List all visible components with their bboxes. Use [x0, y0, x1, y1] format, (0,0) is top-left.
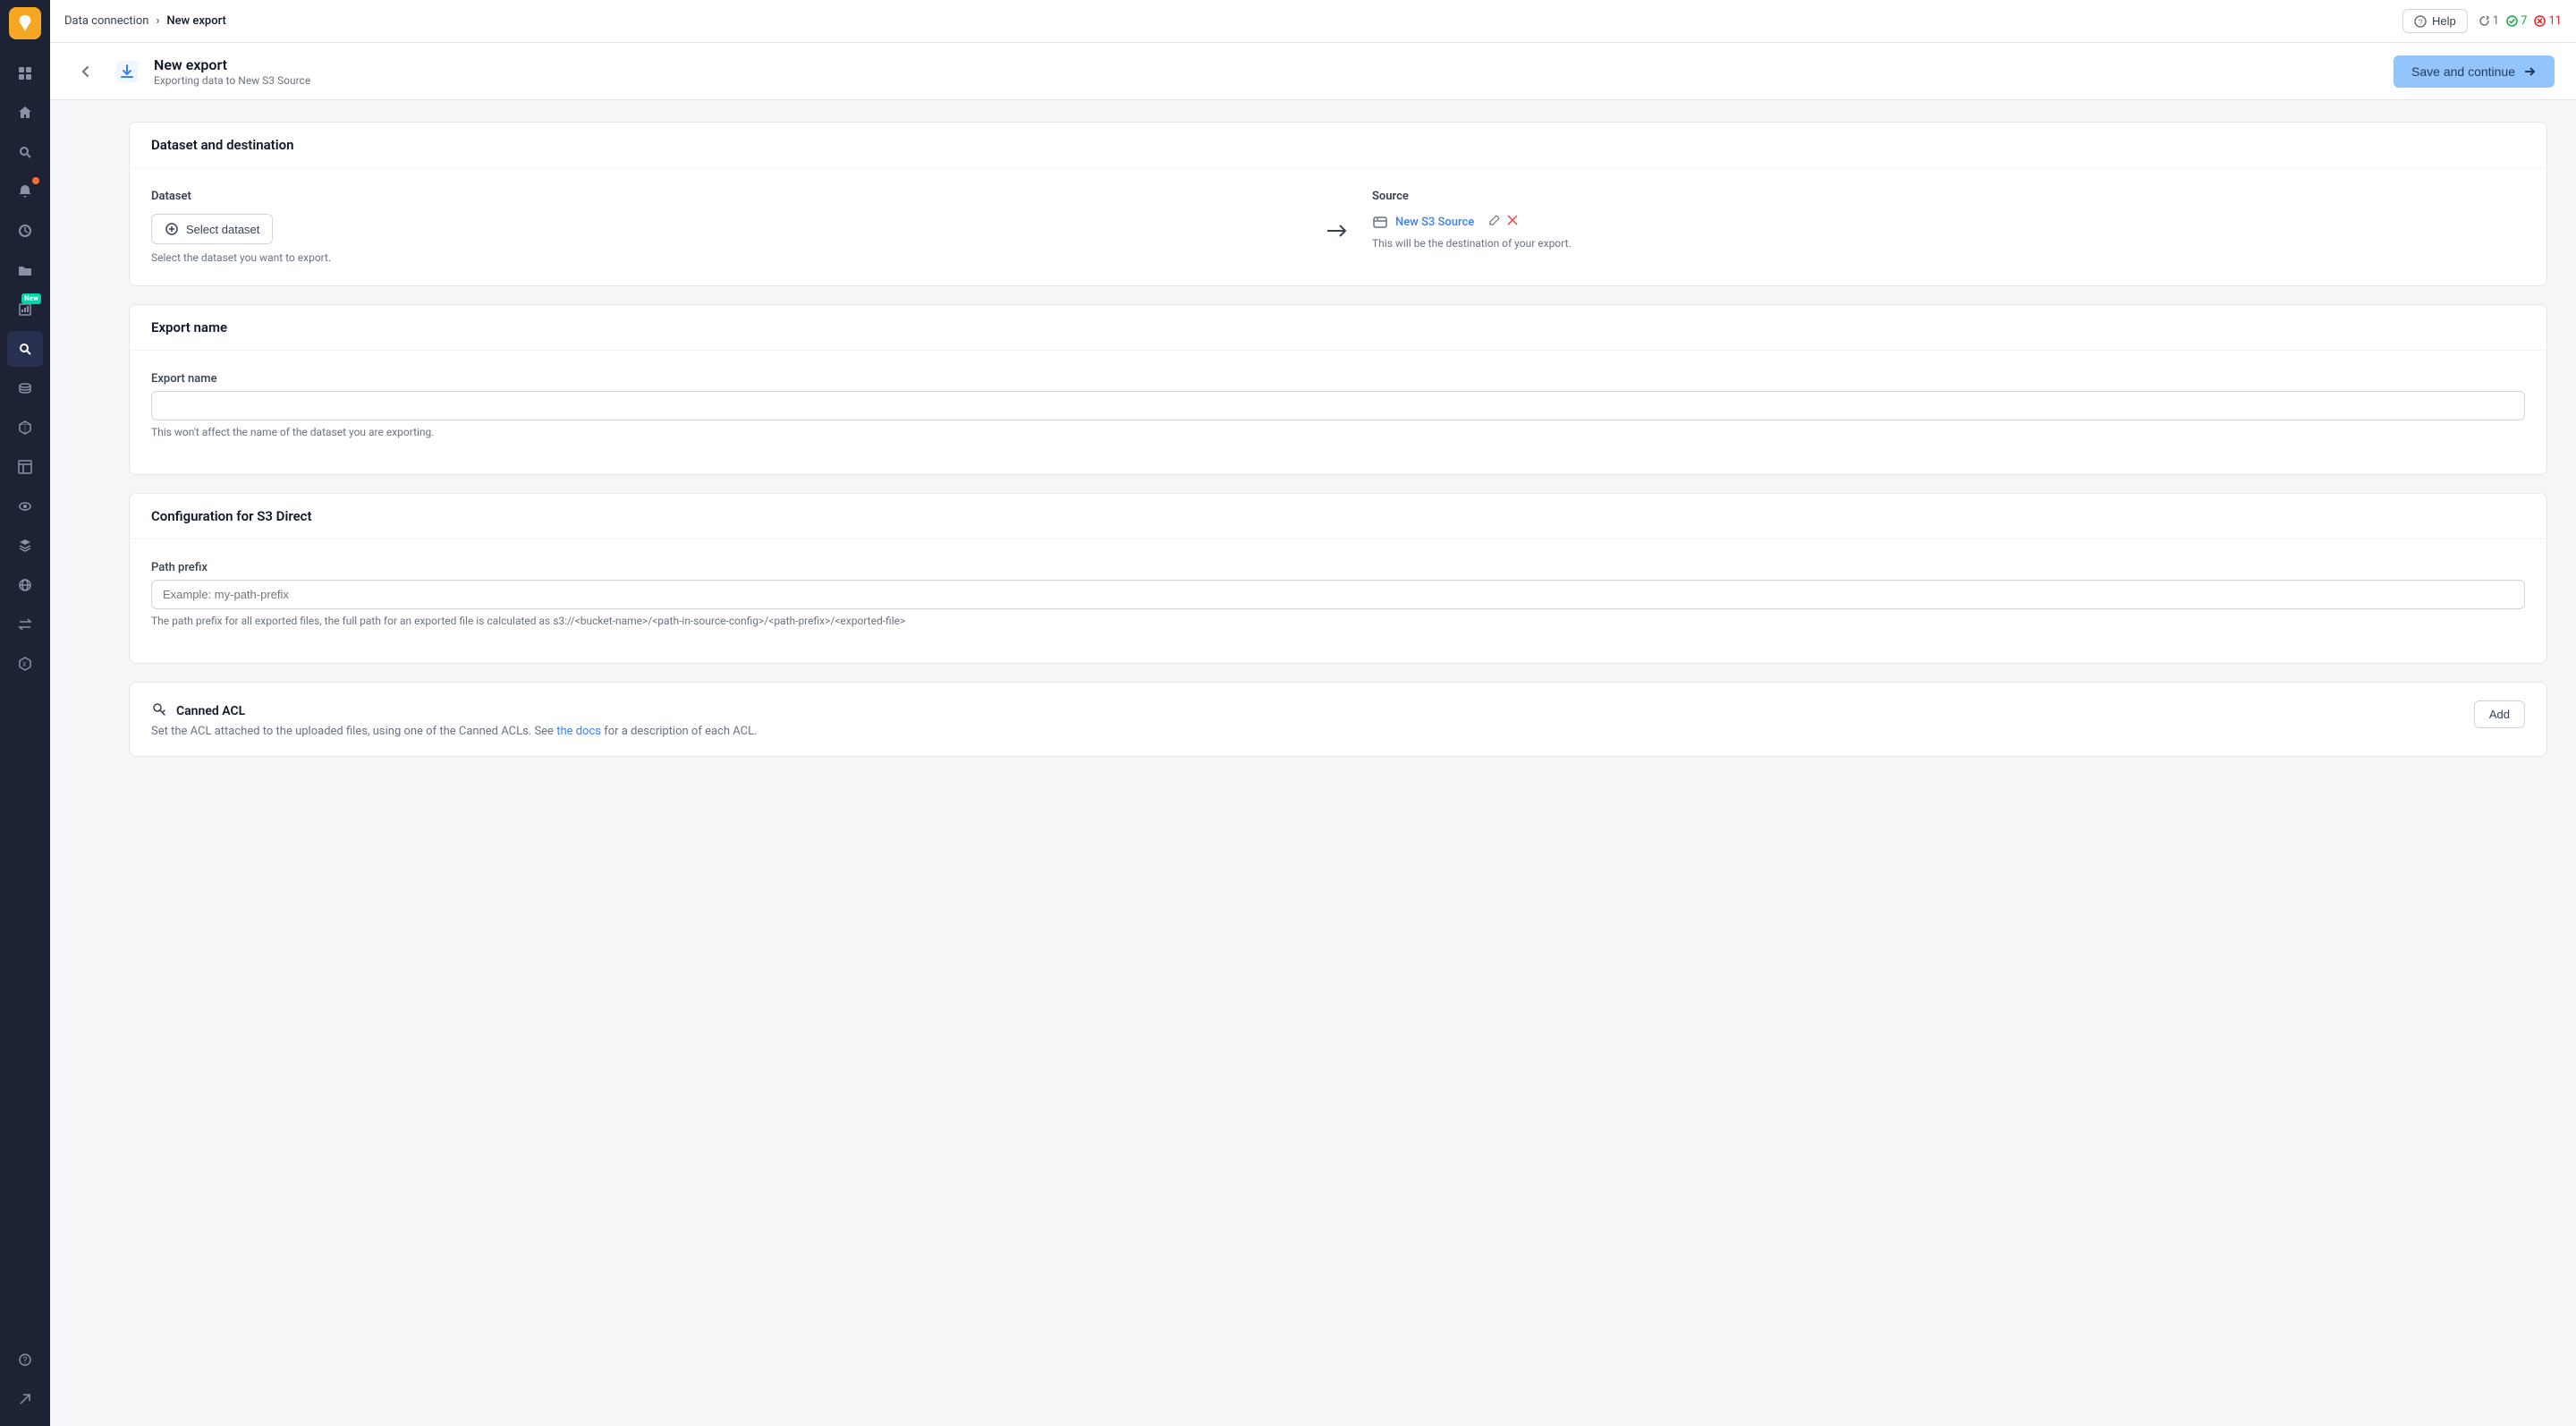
canned-acl-description: Set the ACL attached to the uploaded fil… [151, 725, 758, 738]
key-icon [151, 700, 167, 721]
x-icon [2534, 15, 2546, 27]
path-prefix-field-group: Path prefix The path prefix for all expo… [151, 561, 2525, 627]
topbar: Data connection › New export ? Help 1 [50, 0, 2576, 43]
breadcrumb: Data connection › New export [64, 14, 226, 28]
sidebar-item-search[interactable] [7, 134, 43, 170]
sidebar-item-help[interactable]: ? [7, 1342, 43, 1378]
source-actions [1488, 214, 1519, 230]
help-icon: ? [2414, 15, 2427, 28]
plus-circle-icon [165, 222, 179, 236]
sidebar-item-eye[interactable] [7, 488, 43, 524]
s3-bucket-icon [1372, 214, 1388, 230]
breadcrumb-current: New export [166, 14, 226, 28]
export-name-hint: This won't affect the name of the datase… [151, 426, 2525, 438]
sidebar-item-arrow-up-right[interactable] [7, 1381, 43, 1417]
sidebar-item-query[interactable] [7, 331, 43, 367]
arrow-right-icon [2522, 64, 2537, 79]
reports-new-badge: New [21, 293, 41, 304]
dataset-label: Dataset [151, 190, 1304, 203]
path-prefix-label: Path prefix [151, 561, 2525, 574]
export-name-label: Export name [151, 372, 2525, 386]
source-delete-button[interactable] [1506, 214, 1519, 230]
source-hint: This will be the destination of your exp… [1372, 237, 2525, 250]
canned-acl-title: Canned ACL [176, 704, 245, 718]
dataset-hint: Select the dataset you want to export. [151, 251, 1304, 264]
export-name-card: Export name Export name This won't affec… [129, 304, 2547, 475]
canned-acl-content: Canned ACL Set the ACL attached to the u… [151, 700, 758, 738]
status-refresh: 1 [2479, 14, 2499, 28]
add-canned-acl-button[interactable]: Add [2474, 700, 2525, 728]
dataset-destination-card: Dataset and destination Dataset Select d… [129, 122, 2547, 286]
sidebar: New [0, 0, 50, 1426]
notification-badge [32, 177, 39, 184]
dataset-grid: Dataset Select dataset Select the datase… [151, 190, 2525, 264]
canned-acl-title-row: Canned ACL [151, 700, 758, 721]
subheader-title: New export [154, 56, 310, 73]
sidebar-item-grid[interactable] [7, 55, 43, 91]
export-name-header: Export name [130, 305, 2546, 351]
save-continue-button[interactable]: Save and continue [2394, 55, 2555, 88]
help-button[interactable]: ? Help [2402, 9, 2468, 33]
source-name-link[interactable]: New S3 Source [1395, 216, 1474, 229]
status-success: 7 [2506, 14, 2527, 28]
select-dataset-button[interactable]: Select dataset [151, 214, 273, 244]
arrow-connector [1326, 190, 1351, 243]
export-icon [111, 55, 143, 88]
sidebar-item-notifications[interactable] [7, 174, 43, 209]
back-button[interactable] [72, 57, 100, 86]
export-name-body: Export name This won't affect the name o… [130, 351, 2546, 474]
sidebar-item-database[interactable] [7, 370, 43, 406]
sidebar-item-hex[interactable]: X [7, 646, 43, 682]
breadcrumb-parent: Data connection [64, 14, 148, 28]
sidebar-item-history[interactable] [7, 213, 43, 249]
sidebar-item-home[interactable] [7, 95, 43, 131]
configuration-body: Path prefix The path prefix for all expo… [130, 539, 2546, 663]
app-logo[interactable] [9, 7, 41, 39]
configuration-card: Configuration for S3 Direct Path prefix … [129, 493, 2547, 664]
path-prefix-input[interactable] [151, 580, 2525, 609]
sidebar-item-globe[interactable] [7, 567, 43, 603]
svg-text:?: ? [2419, 18, 2423, 27]
sidebar-item-folders[interactable] [7, 252, 43, 288]
sidebar-item-transfer[interactable] [7, 607, 43, 642]
sidebar-item-cube[interactable] [7, 410, 43, 446]
check-icon [2506, 15, 2518, 27]
source-row: New S3 Source [1372, 214, 2525, 230]
refresh-icon [2479, 15, 2490, 27]
subheader-info: New export Exporting data to New S3 Sour… [154, 56, 310, 87]
sidebar-item-table[interactable] [7, 449, 43, 485]
source-edit-button[interactable] [1488, 214, 1501, 230]
sidebar-item-layers[interactable] [7, 528, 43, 564]
status-error: 11 [2534, 14, 2562, 28]
svg-text:?: ? [23, 1356, 28, 1366]
subheader-subtitle: Exporting data to New S3 Source [154, 74, 310, 87]
main-content: Dataset and destination Dataset Select d… [100, 100, 2576, 1426]
breadcrumb-separator: › [156, 14, 159, 28]
topbar-right: ? Help 1 7 [2402, 9, 2562, 33]
canned-acl-header: Canned ACL Set the ACL attached to the u… [130, 683, 2546, 756]
dataset-col: Dataset Select dataset Select the datase… [151, 190, 1304, 264]
canned-acl-docs-link[interactable]: the docs [556, 725, 601, 738]
dataset-destination-header: Dataset and destination [130, 123, 2546, 168]
path-prefix-hint: The path prefix for all exported files, … [151, 615, 2525, 627]
export-name-field-group: Export name This won't affect the name o… [151, 372, 2525, 438]
export-name-input[interactable] [151, 391, 2525, 420]
source-label: Source [1372, 190, 2525, 203]
source-col: Source New S3 Source [1372, 190, 2525, 250]
canned-acl-card: Canned ACL Set the ACL attached to the u… [129, 682, 2547, 757]
sidebar-item-reports[interactable]: New [7, 292, 43, 327]
configuration-header: Configuration for S3 Direct [130, 494, 2546, 539]
subheader: New export Exporting data to New S3 Sour… [50, 43, 2576, 100]
svg-text:X: X [22, 661, 27, 668]
status-indicators: 1 7 11 [2479, 14, 2562, 28]
dataset-destination-body: Dataset Select dataset Select the datase… [130, 168, 2546, 285]
